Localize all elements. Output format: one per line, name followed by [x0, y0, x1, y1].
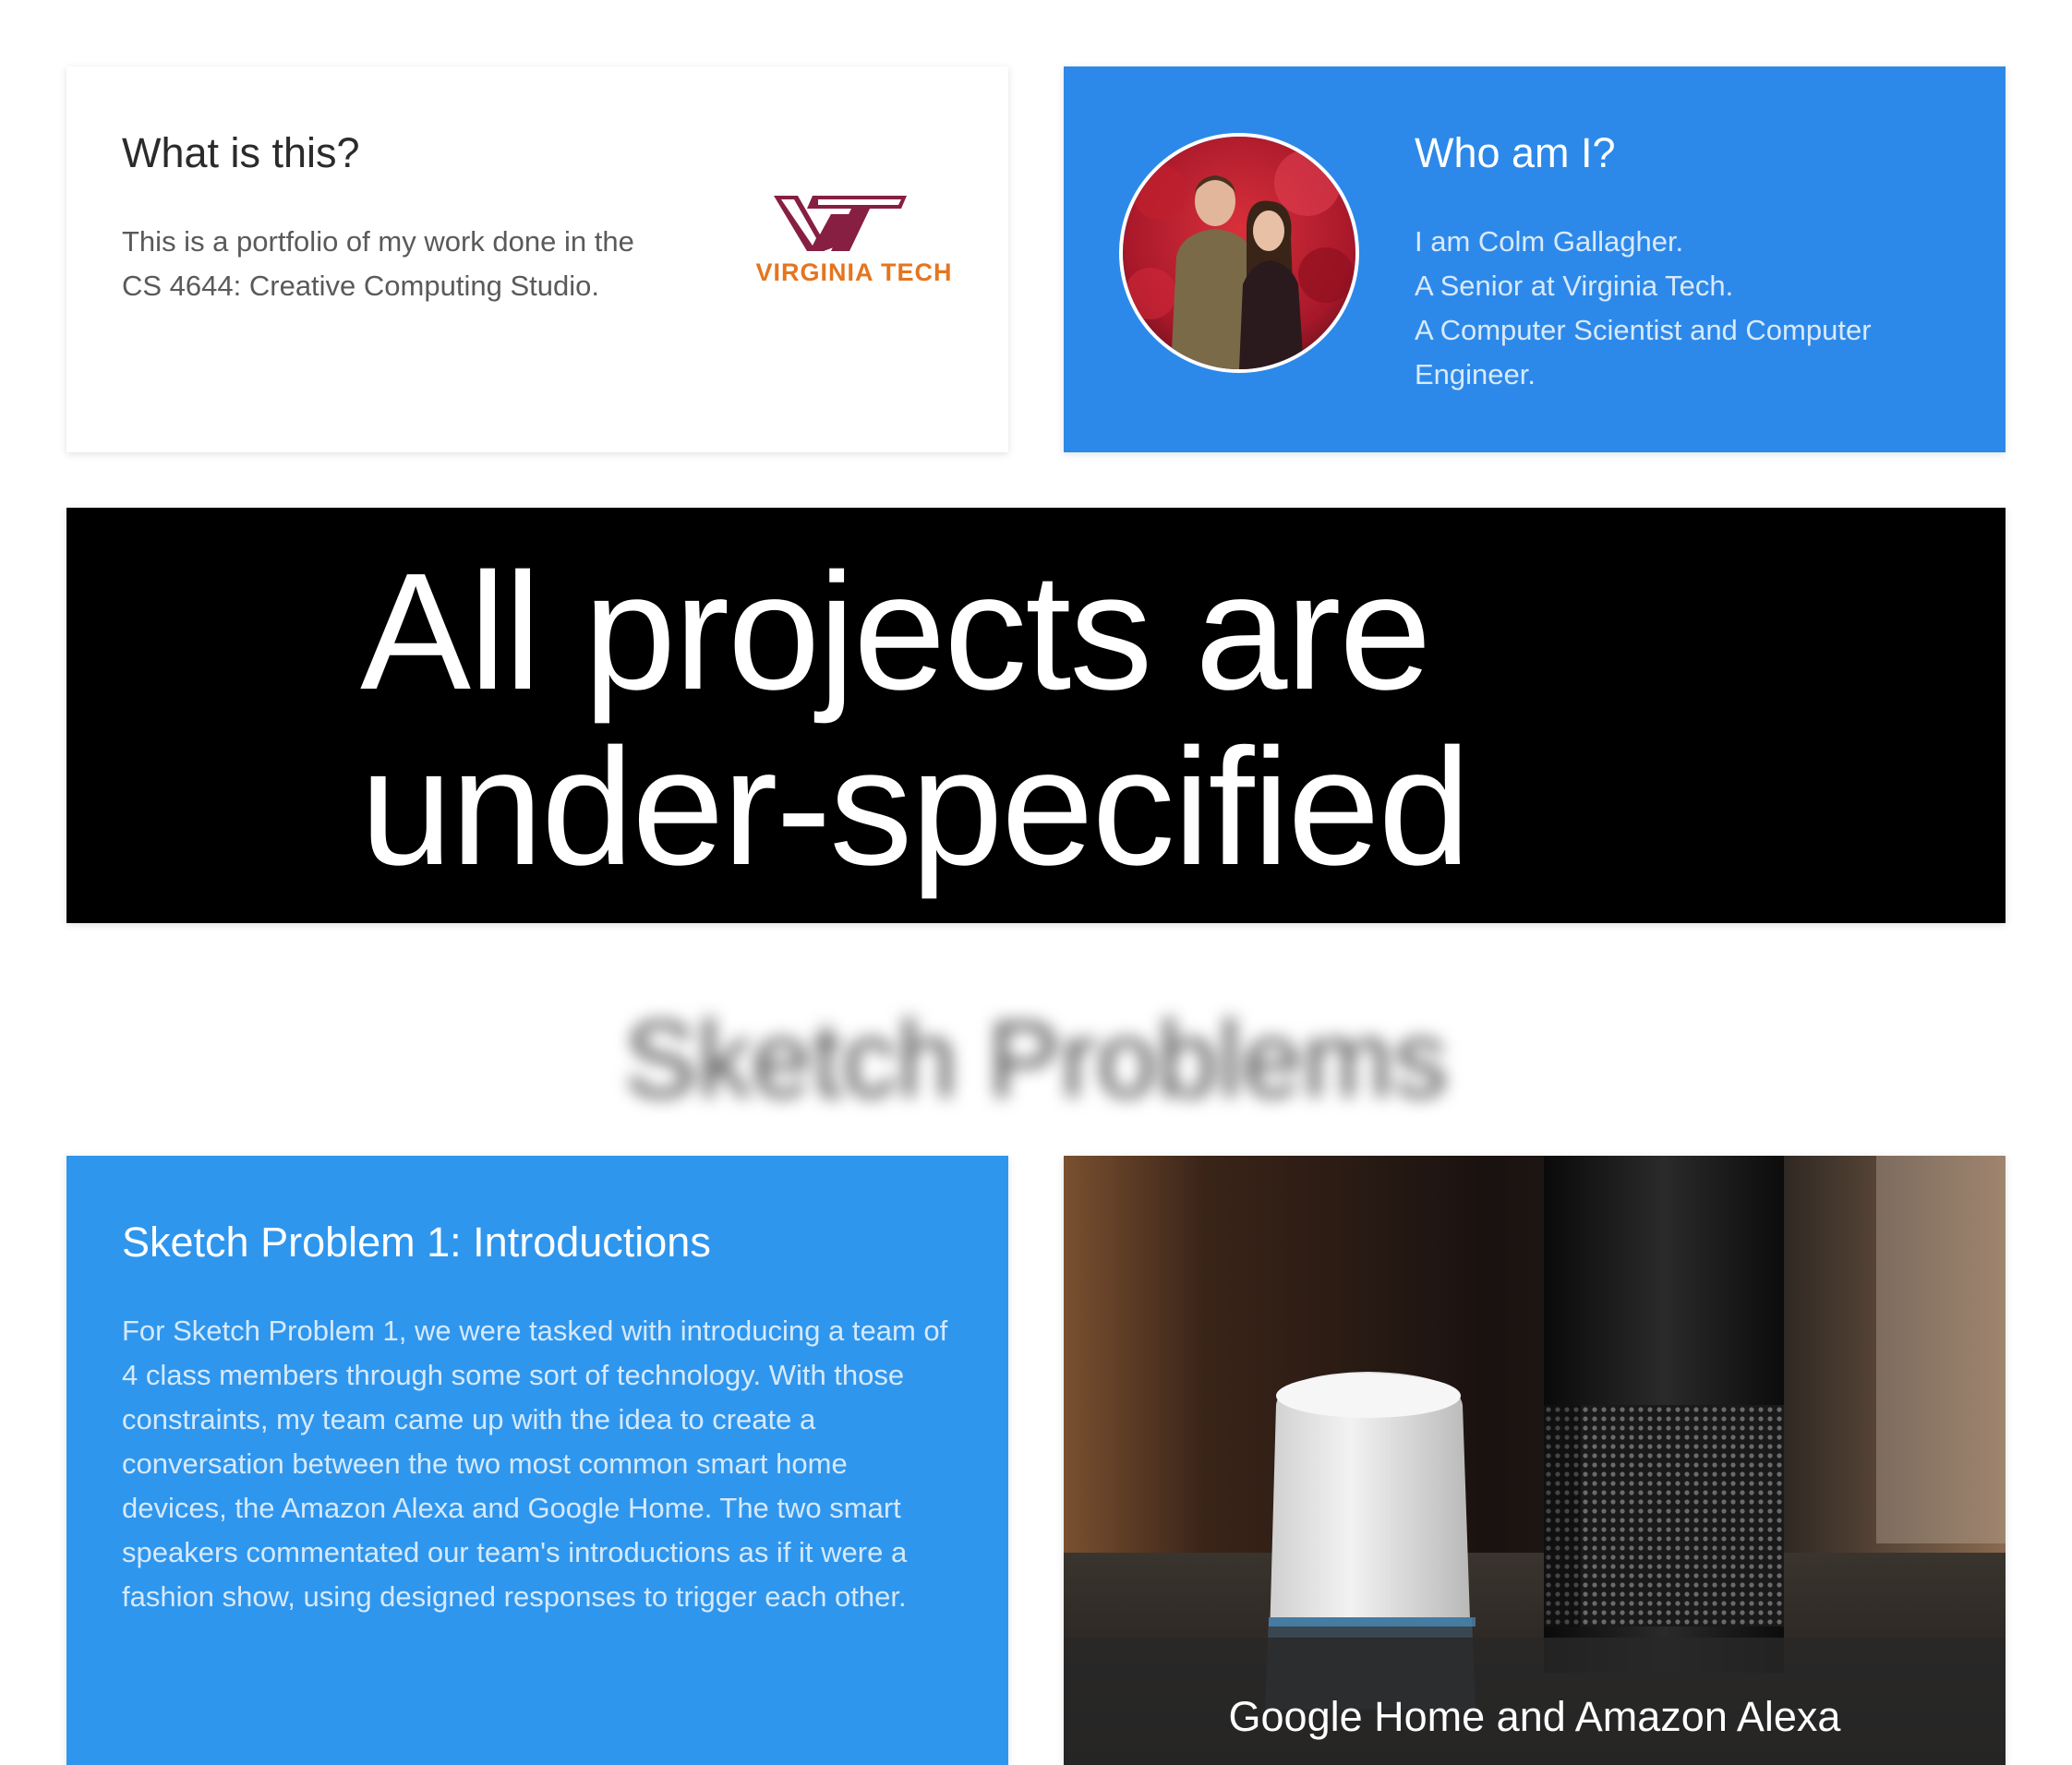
banner-image: All projects are under-specified	[66, 508, 2006, 923]
about-title: What is this?	[122, 129, 360, 176]
banner-text: All projects are under-specified	[360, 539, 1471, 900]
virginia-tech-logo: VIRGINIA TECH	[729, 190, 979, 301]
avatar	[1119, 133, 1359, 373]
who-line: A Senior at Virginia Tech.	[1415, 270, 1734, 302]
banner-line: under-specified	[360, 714, 1471, 900]
who-title: Who am I?	[1415, 129, 1616, 176]
image-caption: Google Home and Amazon Alexa	[1228, 1693, 1841, 1740]
who-lines: I am Colm Gallagher. A Senior at Virgini…	[1415, 220, 1969, 397]
banner-line: All projects are	[360, 539, 1431, 725]
sketch-problem-title: Sketch Problem 1: Introductions	[122, 1219, 711, 1266]
who-line: I am Colm Gallagher.	[1415, 225, 1684, 258]
vt-monogram-icon	[774, 196, 907, 251]
vt-wordmark: VIRGINIA TECH	[755, 258, 953, 286]
section-heading: Sketch Problems	[624, 999, 1448, 1121]
sketch-problem-text: For Sketch Problem 1, we were tasked wit…	[122, 1315, 948, 1613]
who-line: A Computer Scientist and Computer Engine…	[1415, 314, 1872, 390]
who-card: Who am I? I am Colm Gallagher. A Senior …	[1064, 66, 2006, 452]
about-text: This is a portfolio of my work done in t…	[122, 225, 634, 302]
smart-speakers-image-card[interactable]: Google Home and Amazon Alexa	[1064, 1156, 2006, 1765]
image-caption-bar: Google Home and Amazon Alexa	[1064, 1638, 2006, 1765]
about-card: What is this? This is a portfolio of my …	[66, 66, 1008, 452]
sketch-problem-card[interactable]: Sketch Problem 1: Introductions For Sket…	[66, 1156, 1008, 1765]
